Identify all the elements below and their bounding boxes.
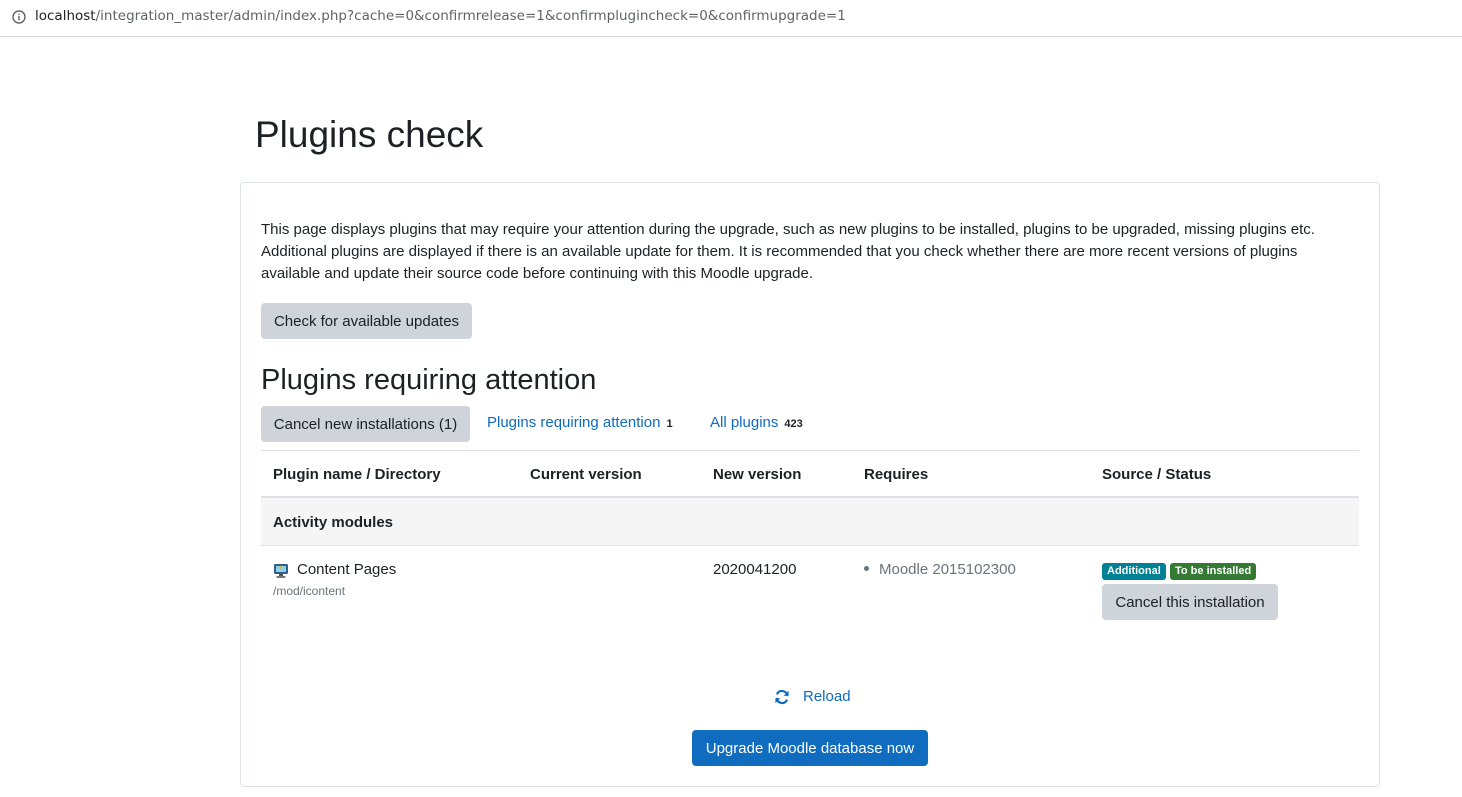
url-host: localhost (35, 8, 96, 24)
reload-label: Reload (803, 688, 851, 705)
badge-additional: Additional (1102, 563, 1166, 580)
bullet-icon (864, 565, 869, 571)
cancel-new-installations-button[interactable]: Cancel new installations (1) (261, 406, 470, 442)
group-label: Activity modules (273, 514, 394, 531)
info-icon[interactable] (12, 10, 26, 24)
badge-to-be-installed: To be installed (1170, 563, 1257, 580)
header-new-version: New version (713, 466, 802, 483)
filter-attention-label: Plugins requiring attention (487, 414, 661, 431)
module-icon (274, 564, 288, 578)
address-bar[interactable]: localhost/integration_master/admin/index… (0, 0, 1462, 37)
url-text[interactable]: localhost/integration_master/admin/index… (35, 8, 846, 24)
reload-icon (775, 689, 789, 705)
intro-text: This page displays plugins that may requ… (261, 221, 1315, 282)
header-plugin-name: Plugin name / Directory (273, 466, 441, 483)
plugins-check-card: This page displays plugins that may requ… (240, 182, 1380, 787)
cancel-installation-button[interactable]: Cancel this installation (1102, 584, 1278, 620)
check-updates-button[interactable]: Check for available updates (261, 303, 472, 339)
header-current-version: Current version (530, 466, 642, 483)
header-requires: Requires (864, 466, 929, 483)
filter-all-link[interactable]: All plugins 423 (710, 414, 803, 431)
filter-all-label: All plugins (710, 414, 779, 431)
upgrade-database-button[interactable]: Upgrade Moodle database now (692, 730, 928, 766)
requires-value: Moodle 2015102300 (879, 561, 1016, 578)
plugin-name: Content Pages (297, 561, 397, 578)
new-version-value: 2020041200 (713, 561, 797, 578)
page-title: Plugins check (255, 114, 484, 155)
section-heading: Plugins requiring attention (261, 364, 597, 396)
filter-attention-count: 1 (666, 418, 673, 430)
url-path: /integration_master/admin/index.php?cach… (95, 8, 846, 24)
plugin-directory: /mod/icontent (273, 584, 346, 598)
filter-attention-link[interactable]: Plugins requiring attention 1 (487, 414, 673, 431)
table-header-row: Plugin name / Directory Current version … (261, 450, 1359, 498)
group-row-activity-modules: Activity modules (261, 498, 1359, 546)
header-source-status: Source / Status (1102, 466, 1212, 483)
filter-all-count: 423 (784, 418, 803, 430)
requires-item: Moodle 2015102300 (864, 561, 1016, 578)
